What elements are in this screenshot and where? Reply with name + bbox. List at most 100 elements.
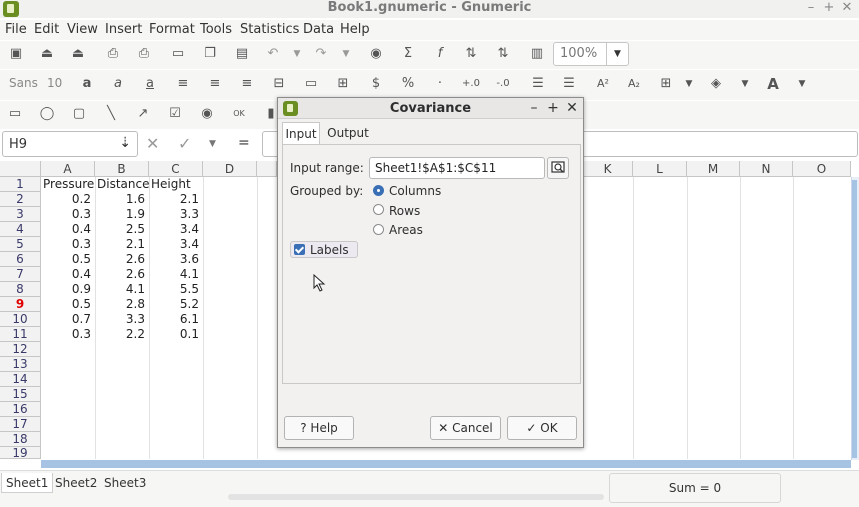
undo-dropdown-icon[interactable]: ▼ <box>287 44 307 64</box>
save-icon[interactable]: ⏏ <box>68 44 88 64</box>
redo-icon[interactable]: ↷ <box>311 44 331 64</box>
percent-icon[interactable]: % <box>398 74 418 94</box>
cell-a3[interactable]: 0.3 <box>41 207 95 222</box>
close-window-button[interactable]: ✕ <box>839 0 855 16</box>
cell-b7[interactable]: 2.6 <box>95 267 149 282</box>
radio-areas-label[interactable]: Areas <box>389 223 423 237</box>
cell-a4[interactable]: 0.4 <box>41 222 95 237</box>
column-header-a[interactable]: A <box>41 161 95 177</box>
minimize-button[interactable]: – <box>803 0 819 16</box>
decrease-indent-icon[interactable]: ☰ <box>528 74 548 94</box>
ok-button[interactable]: ✓ OK <box>507 416 577 440</box>
cancel-button[interactable]: ✕ Cancel <box>430 416 501 440</box>
row-header-10[interactable]: 10 <box>0 312 41 327</box>
column-header-o[interactable]: O <box>793 161 851 177</box>
line-icon[interactable]: ╲ <box>101 104 121 124</box>
row-header-18[interactable]: 18 <box>0 432 41 447</box>
cut-icon[interactable]: ▭ <box>168 44 188 64</box>
frame-icon[interactable]: ▢ <box>69 104 89 124</box>
background-color-dropdown-icon[interactable]: ▼ <box>735 74 755 94</box>
sheet-tab-sheet3[interactable]: Sheet3 <box>100 473 150 493</box>
align-right-icon[interactable]: ≡ <box>237 74 257 94</box>
cell-c8[interactable]: 5.5 <box>149 282 203 297</box>
button-widget-icon[interactable]: OK <box>229 104 249 124</box>
column-header-b[interactable]: B <box>95 161 149 177</box>
row-header-3[interactable]: 3 <box>0 207 41 222</box>
cell-name-box[interactable]: H9 ⇣ <box>2 131 138 157</box>
vertical-scroll-thumb[interactable] <box>852 180 857 458</box>
radio-rows[interactable] <box>373 204 384 215</box>
column-header-m[interactable]: M <box>687 161 740 177</box>
cell-b9[interactable]: 2.8 <box>95 297 149 312</box>
column-header-k[interactable]: K <box>583 161 633 177</box>
borders-dropdown-icon[interactable]: ▼ <box>679 74 699 94</box>
cell-a8[interactable]: 0.9 <box>41 282 95 297</box>
ellipse-icon[interactable]: ◯ <box>37 104 57 124</box>
menu-statistics[interactable]: Statistics <box>240 21 299 39</box>
input-range-field[interactable]: Sheet1!$A$1:$C$11 <box>369 157 545 179</box>
checkbox-widget-icon[interactable]: ☑ <box>165 104 185 124</box>
column-header-n[interactable]: N <box>740 161 793 177</box>
menu-help[interactable]: Help <box>340 21 370 39</box>
redo-dropdown-icon[interactable]: ▼ <box>336 44 356 64</box>
select-all-corner[interactable] <box>0 161 41 177</box>
cancel-edit-icon[interactable]: ✕ <box>146 134 159 153</box>
zoom-combo[interactable]: 100% ▼ <box>553 42 629 66</box>
open-file-icon[interactable]: ⏏ <box>37 44 57 64</box>
italic-icon[interactable]: a <box>108 74 128 94</box>
sum-icon[interactable]: Σ <box>398 44 418 64</box>
menu-data[interactable]: Data <box>303 21 334 39</box>
cell-b10[interactable]: 3.3 <box>95 312 149 327</box>
menu-file[interactable]: File <box>5 21 27 39</box>
row-header-19[interactable]: 19 <box>0 447 41 459</box>
underline-icon[interactable]: a <box>140 74 160 94</box>
split-cells-icon[interactable]: ⊞ <box>333 74 353 94</box>
cell-a1[interactable]: Pressure <box>41 177 95 192</box>
align-left-icon[interactable]: ≡ <box>173 74 193 94</box>
help-button[interactable]: ? Help <box>284 416 354 440</box>
align-center-icon[interactable]: ≡ <box>205 74 225 94</box>
accept-edit-icon[interactable]: ✓ <box>178 134 191 153</box>
row-header-11[interactable]: 11 <box>0 327 41 342</box>
new-file-icon[interactable]: ▣ <box>6 44 26 64</box>
cell-c5[interactable]: 3.4 <box>149 237 203 252</box>
cell-a9[interactable]: 0.5 <box>41 297 95 312</box>
radio-widget-icon[interactable]: ◉ <box>197 104 217 124</box>
row-header-16[interactable]: 16 <box>0 402 41 417</box>
subscript-icon[interactable]: A₂ <box>624 74 644 94</box>
sort-descending-icon[interactable]: ⇅ <box>493 44 513 64</box>
radio-areas[interactable] <box>373 224 384 235</box>
menu-insert[interactable]: Insert <box>105 21 142 39</box>
menu-edit[interactable]: Edit <box>34 21 59 39</box>
labels-checkbox-row[interactable]: Labels <box>290 241 358 258</box>
column-header-l[interactable]: L <box>633 161 687 177</box>
row-header-14[interactable]: 14 <box>0 372 41 387</box>
borders-icon[interactable]: ⊞ <box>656 74 676 94</box>
font-size[interactable]: 10 <box>47 76 62 90</box>
print-preview-icon[interactable]: ⎙ <box>134 44 154 64</box>
labels-checkbox[interactable] <box>294 244 305 255</box>
row-header-1[interactable]: 1 <box>0 177 41 192</box>
sheet-tab-sheet2[interactable]: Sheet2 <box>51 473 101 493</box>
row-header-9[interactable]: 9 <box>0 297 41 312</box>
cell-b8[interactable]: 4.1 <box>95 282 149 297</box>
column-header-c[interactable]: C <box>149 161 203 177</box>
currency-icon[interactable]: $ <box>366 74 386 94</box>
rectangle-icon[interactable]: ▭ <box>5 104 25 124</box>
column-header-e[interactable] <box>257 161 277 177</box>
cell-b2[interactable]: 1.6 <box>95 192 149 207</box>
cell-b6[interactable]: 2.6 <box>95 252 149 267</box>
cell-b5[interactable]: 2.1 <box>95 237 149 252</box>
copy-icon[interactable]: ❐ <box>200 44 220 64</box>
cell-b11[interactable]: 2.2 <box>95 327 149 342</box>
range-selector-button[interactable] <box>547 157 569 179</box>
cell-a7[interactable]: 0.4 <box>41 267 95 282</box>
row-header-2[interactable]: 2 <box>0 192 41 207</box>
zoom-dropdown-icon[interactable]: ▼ <box>606 43 628 65</box>
tab-output[interactable]: Output <box>323 122 373 144</box>
row-header-4[interactable]: 4 <box>0 222 41 237</box>
sort-ascending-icon[interactable]: ⇅ <box>461 44 481 64</box>
cell-c3[interactable]: 3.3 <box>149 207 203 222</box>
cell-b3[interactable]: 1.9 <box>95 207 149 222</box>
column-header-d[interactable]: D <box>203 161 257 177</box>
